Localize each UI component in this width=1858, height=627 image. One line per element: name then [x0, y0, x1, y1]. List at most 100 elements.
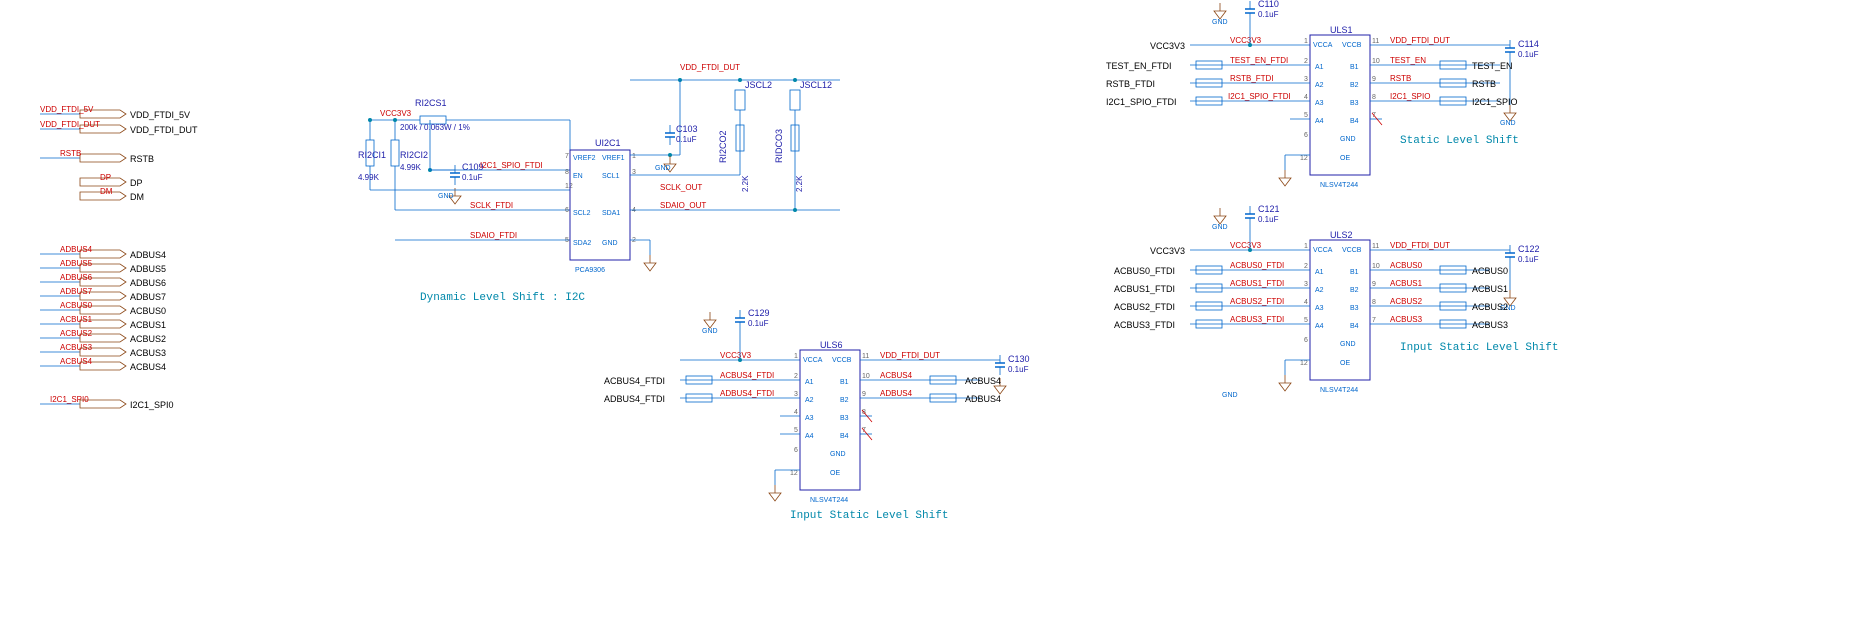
- svg-text:GND: GND: [702, 328, 718, 335]
- pn: 12: [790, 470, 798, 477]
- p: A1: [1315, 269, 1324, 276]
- ri2co2-val: 2.2K: [741, 175, 750, 192]
- uls1-ref: ULS1: [1330, 25, 1353, 35]
- ri2ci2-ref: RI2CI2: [400, 150, 428, 160]
- p: B1: [840, 379, 849, 386]
- svg-text:GND: GND: [1222, 392, 1238, 399]
- uls6-block: GND C1290.1uF VCC3V3 ULS6 VCCAVCCB 111 V…: [604, 308, 1030, 522]
- p: VCCB: [832, 357, 852, 364]
- pn: 11: [862, 353, 869, 360]
- p: B3: [840, 415, 849, 422]
- c103-ref: C103: [676, 124, 698, 134]
- ri2cs1-val: 200k / 0.063W / 1%: [400, 123, 470, 132]
- n: ADBUS7: [60, 287, 93, 296]
- n: ACBUS0_FTDI: [1230, 261, 1284, 270]
- l: I2C1_SPI0: [130, 400, 174, 410]
- c129-val: 0.1uF: [748, 319, 769, 328]
- p: SDA2: [573, 240, 591, 247]
- p: A4: [805, 433, 814, 440]
- n: TEST_EN_FTDI: [1230, 56, 1288, 65]
- p: B4: [1350, 118, 1359, 125]
- pn: 1: [1304, 38, 1308, 45]
- n: ACBUS0: [60, 301, 93, 310]
- pn: 2: [1304, 58, 1308, 65]
- n: ACBUS3: [60, 343, 93, 352]
- pn: 4: [1304, 94, 1308, 101]
- part: NLSV4T244: [1320, 387, 1358, 394]
- net-rstb: RSTB: [60, 149, 81, 158]
- svg-text:2: 2: [632, 237, 636, 244]
- pn: 2: [1304, 263, 1308, 270]
- c122-val: 0.1uF: [1518, 255, 1539, 264]
- pn: 1: [794, 353, 798, 360]
- ri2co2-ref: RI2CO2: [718, 130, 728, 163]
- p: B1: [1350, 64, 1359, 71]
- p: B4: [1350, 323, 1359, 330]
- n: ACBUS4: [880, 371, 913, 380]
- p: SCL1: [602, 173, 620, 180]
- label-dp: DP: [130, 178, 143, 188]
- p: SDA1: [602, 210, 620, 217]
- p: A2: [1315, 82, 1324, 89]
- ri2ci2-val: 4.99K: [400, 163, 422, 172]
- pn: 6: [1304, 132, 1308, 139]
- p: VCCA: [803, 357, 823, 364]
- p: A2: [805, 397, 814, 404]
- label: VDD_FTDI_5V: [130, 110, 190, 120]
- vdd-net: VDD_FTDI_DUT: [680, 63, 740, 72]
- l: ACBUS3: [1472, 320, 1508, 330]
- n: VDD_FTDI_DUT: [1390, 36, 1450, 45]
- p: VREF1: [602, 155, 625, 162]
- n: SDAIO_OUT: [660, 201, 706, 210]
- ri2ci1-val: 4.99K: [358, 173, 380, 182]
- p: A3: [1315, 305, 1324, 312]
- l: ACBUS0: [1472, 266, 1508, 276]
- l: ACBUS0_FTDI: [1114, 266, 1175, 276]
- pn: 8: [1372, 299, 1376, 306]
- c130-val: 0.1uF: [1008, 365, 1029, 374]
- svg-text:GND: GND: [655, 165, 671, 172]
- jscl2: JSCL2: [745, 80, 772, 90]
- pn: 4: [794, 409, 798, 416]
- cap: Input Static Level Shift: [790, 510, 948, 522]
- n: ADBUS4: [60, 245, 93, 254]
- pn: 12: [1300, 155, 1308, 162]
- pn: 10: [1372, 58, 1380, 65]
- l: VCC3V3: [1150, 246, 1185, 256]
- n: SDAIO_FTDI: [470, 231, 517, 240]
- n: SCLK_OUT: [660, 183, 702, 192]
- c121-val: 0.1uF: [1258, 215, 1279, 224]
- p: GND: [1340, 341, 1356, 348]
- n: VDD_FTDI_DUT: [880, 351, 940, 360]
- label-dm: DM: [130, 192, 144, 202]
- c122-ref: C122: [1518, 244, 1540, 254]
- n: ACBUS2_FTDI: [1230, 297, 1284, 306]
- c109-val: 0.1uF: [462, 173, 483, 182]
- i2c-block: VDD_FTDI_DUT JSCL2 JSCL12 VCC3V3 RI2CS1 …: [358, 63, 840, 304]
- n: ADBUS6: [60, 273, 93, 282]
- pn: 10: [862, 373, 870, 380]
- c130-ref: C130: [1008, 354, 1030, 364]
- vcc-net: VCC3V3: [380, 109, 412, 118]
- ridco3-val: 2.2K: [795, 175, 804, 192]
- n: VCC3V3: [1230, 36, 1262, 45]
- l: ACBUS0: [130, 306, 166, 316]
- pn: 6: [794, 447, 798, 454]
- n: ACBUS2: [60, 329, 93, 338]
- l: VCC3V3: [1150, 41, 1185, 51]
- c129-ref: C129: [748, 308, 770, 318]
- p: VCCA: [1313, 42, 1333, 49]
- n: RSTB: [1390, 74, 1411, 83]
- p: OE: [1340, 360, 1350, 367]
- l: ACBUS3_FTDI: [1114, 320, 1175, 330]
- l: ACBUS1_FTDI: [1114, 284, 1175, 294]
- pn: 1: [1304, 243, 1308, 250]
- p: VCCA: [1313, 247, 1333, 254]
- n: VCC3V3: [720, 351, 752, 360]
- p: VREF2: [573, 155, 596, 162]
- pn: 9: [1372, 76, 1376, 83]
- n: VCC3V3: [1230, 241, 1262, 250]
- n: RSTB_FTDI: [1230, 74, 1274, 83]
- label: RSTB: [130, 154, 154, 164]
- partname: PCA9306: [575, 267, 605, 274]
